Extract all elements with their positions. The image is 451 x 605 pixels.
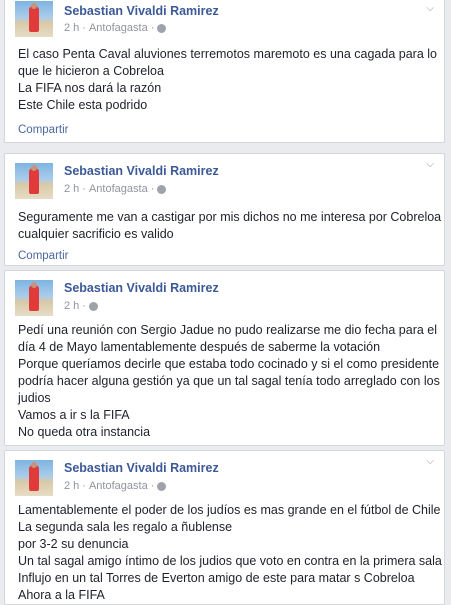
author-name[interactable]: Sebastian Vivaldi Ramirez — [64, 281, 219, 295]
share-link[interactable]: Compartir — [18, 124, 68, 136]
globe-icon — [157, 23, 167, 33]
post-meta: 2 h · Antofagasta · — [64, 480, 167, 492]
post-line: Influjo en un tal Torres de Everton amig… — [18, 571, 415, 585]
post-body: Lamentablemente el poder de los judíos e… — [18, 502, 442, 604]
meta-separator: · — [150, 480, 155, 492]
meta-separator: · — [82, 480, 86, 492]
post-line: Vamos a ir s la FIFA — [18, 408, 130, 422]
avatar-figure — [29, 465, 39, 491]
globe-icon — [88, 301, 98, 311]
post-body: Seguramente me van a castigar por mis di… — [18, 209, 442, 243]
author-name[interactable]: Sebastian Vivaldi Ramirez — [64, 164, 219, 178]
post-line: cualquier sacrificio es valido — [18, 227, 174, 241]
avatar-figure — [29, 6, 39, 32]
post: Sebastian Vivaldi Ramirez 2 h · Antofaga… — [4, 153, 445, 266]
post-meta: 2 h · Antofagasta · — [64, 22, 167, 34]
avatar-head — [31, 462, 37, 468]
post-meta: 2 h · Antofagasta · — [64, 183, 167, 195]
post-line: Pedí una reunión con Sergio Jadue no pud… — [18, 323, 438, 337]
avatar-figure — [29, 168, 39, 194]
post-line: que le hicieron a Cobreloa — [18, 64, 164, 78]
avatar[interactable] — [15, 280, 53, 316]
post-line: La segunda sala les regalo a ñublense — [18, 520, 233, 534]
post: Sebastian Vivaldi Ramirez 2 h · Antofaga… — [4, 0, 445, 143]
meta-separator: · — [82, 183, 86, 195]
globe-icon — [157, 184, 167, 194]
post-line: Este Chile esta podrido — [18, 98, 148, 112]
author-name[interactable]: Sebastian Vivaldi Ramirez — [64, 4, 219, 18]
post-meta: 2 h · — [64, 300, 98, 312]
post-line: judios — [18, 391, 51, 405]
globe-icon — [157, 481, 167, 491]
chevron-down-icon[interactable]: ⌵ — [426, 456, 434, 467]
avatar-head — [31, 3, 37, 9]
meta-separator: · — [150, 183, 155, 195]
post-body: Pedí una reunión con Sergio Jadue no pud… — [18, 322, 440, 441]
post-location[interactable]: Antofagasta — [89, 22, 148, 34]
post-line: Lamentablemente el poder de los judíos e… — [18, 503, 441, 517]
post-time[interactable]: 2 h — [64, 183, 79, 195]
post-line: Un tal sagal amigo íntimo de los judios … — [18, 554, 442, 568]
post-line: por 3-2 su denuncia — [18, 537, 129, 551]
meta-separator: · — [82, 300, 86, 312]
avatar-head — [31, 165, 37, 171]
post-line: No queda otra instancia — [18, 425, 151, 439]
post: Sebastian Vivaldi Ramirez 2 h · Pedí una… — [4, 270, 445, 446]
avatar[interactable] — [15, 163, 53, 199]
post-line: Ahora a la FIFA — [18, 588, 105, 602]
post-body: El caso Penta Caval aluviones terremotos… — [18, 46, 437, 114]
post-line: Seguramente me van a castigar por mis di… — [18, 210, 442, 224]
post-line: El caso Penta Caval aluviones terremotos… — [18, 47, 437, 61]
author-name[interactable]: Sebastian Vivaldi Ramirez — [64, 461, 219, 475]
chevron-down-icon[interactable]: ⌵ — [426, 159, 434, 170]
avatar-figure — [29, 285, 39, 311]
post-time[interactable]: 2 h — [64, 480, 79, 492]
share-link[interactable]: Compartir — [18, 250, 68, 262]
chevron-down-icon[interactable]: ⌵ — [426, 3, 434, 14]
post-location[interactable]: Antofagasta — [89, 183, 148, 195]
meta-separator: · — [150, 22, 155, 34]
post-line: podría hacer alguna gestión ya que un ta… — [18, 374, 440, 388]
post-line: La FIFA nos dará la razón — [18, 81, 162, 95]
avatar[interactable] — [15, 460, 53, 496]
avatar-head — [31, 282, 37, 288]
meta-separator: · — [82, 22, 86, 34]
post-time[interactable]: 2 h — [64, 300, 79, 312]
post-time[interactable]: 2 h — [64, 22, 79, 34]
post-line: Porque queríamos decirle que estaba todo… — [18, 357, 440, 371]
avatar[interactable] — [15, 1, 53, 37]
post-line: día 4 de Mayo lamentablemente después de… — [18, 340, 381, 354]
post-location[interactable]: Antofagasta — [89, 480, 148, 492]
post: Sebastian Vivaldi Ramirez 2 h · Antofaga… — [4, 450, 445, 605]
